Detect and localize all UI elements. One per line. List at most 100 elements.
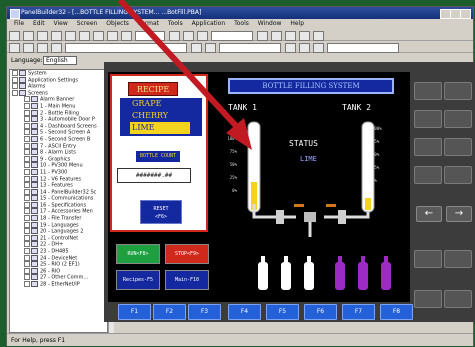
grid-icon[interactable] — [169, 31, 180, 41]
expand-icon[interactable] — [24, 149, 30, 156]
keypad-key[interactable] — [444, 250, 472, 268]
foreground-icon[interactable] — [299, 43, 310, 53]
expand-icon[interactable] — [24, 96, 30, 103]
expand-icon[interactable] — [12, 70, 18, 76]
stop-button[interactable]: STOP<F9> — [165, 244, 209, 264]
tree-item[interactable]: 10 - PV300 Menu — [10, 162, 107, 169]
f3-key[interactable]: F3 — [188, 304, 221, 320]
expand-icon[interactable] — [24, 195, 30, 202]
main-key-button[interactable]: Main-F10 — [165, 270, 209, 290]
bold-icon[interactable] — [191, 43, 202, 53]
tree-item[interactable]: 17 - Accessories Men — [10, 208, 107, 215]
tree-item[interactable]: Alarms — [10, 83, 107, 90]
tree-item[interactable]: 4 - Dashboard Screens — [10, 122, 107, 130]
tree-item[interactable]: 7 - ASCII Entry — [10, 142, 107, 150]
close-button[interactable] — [460, 9, 471, 19]
expand-icon[interactable] — [12, 83, 18, 90]
expand-icon[interactable] — [24, 274, 30, 281]
expand-icon[interactable] — [12, 76, 18, 83]
tree-item[interactable]: 11 - PV300 — [10, 168, 107, 176]
tree-item[interactable]: 8 - Alarm Lists — [10, 149, 107, 156]
fill-icon[interactable] — [285, 43, 296, 53]
keypad-key[interactable] — [414, 82, 442, 100]
recipe-item-lime[interactable]: LIME — [130, 122, 190, 134]
expand-icon[interactable] — [24, 135, 30, 142]
expand-icon[interactable] — [24, 168, 30, 175]
expand-icon[interactable] — [24, 122, 30, 129]
expand-icon[interactable] — [24, 281, 30, 287]
tree-item[interactable]: 26 - RIO — [10, 267, 107, 275]
tree-item[interactable]: 20 - Languages 2 — [10, 228, 107, 235]
paste-icon[interactable] — [93, 31, 104, 41]
tree-item[interactable]: 24 - DeviceNet — [10, 254, 107, 262]
keypad-key[interactable] — [444, 138, 472, 156]
expand-icon[interactable] — [24, 142, 30, 149]
menu-window[interactable]: Window — [258, 20, 282, 27]
expand-icon[interactable] — [24, 254, 30, 261]
open-icon[interactable] — [23, 31, 34, 41]
cut-icon[interactable] — [65, 31, 76, 41]
recipes-key-button[interactable]: Recipes-F5 — [116, 270, 160, 290]
expand-icon[interactable] — [24, 175, 30, 182]
tree-item[interactable]: 9 - Graphics — [10, 155, 107, 163]
expand-icon[interactable] — [24, 261, 30, 268]
arrange-icon[interactable] — [197, 31, 208, 41]
tree-item[interactable]: 12 - V6 Features — [10, 175, 107, 183]
tree-item[interactable]: 15 - Communications — [10, 195, 107, 202]
tree-item[interactable]: 22 - DH+ — [10, 241, 107, 248]
undo-icon[interactable] — [107, 31, 118, 41]
bitmap-icon[interactable] — [313, 31, 324, 41]
circle-icon[interactable] — [299, 31, 310, 41]
reset-button[interactable]: RESET <F6> — [140, 200, 182, 224]
tree-item[interactable]: 1 - Main Menu — [10, 102, 107, 110]
tree-item[interactable]: 5 - Second Screen A — [10, 129, 107, 136]
tree-item[interactable]: 14 - PanelBuilder32 Sc — [10, 188, 107, 196]
tree-item[interactable]: 27 - Other Comm... — [10, 274, 107, 281]
expand-icon[interactable] — [24, 155, 30, 162]
keypad-key[interactable] — [414, 138, 442, 156]
save-icon[interactable] — [37, 31, 48, 41]
expand-icon[interactable] — [24, 102, 30, 109]
expand-icon[interactable] — [24, 182, 30, 189]
keypad-key[interactable] — [414, 250, 442, 268]
f2-key[interactable]: F2 — [153, 304, 186, 320]
new-icon[interactable] — [9, 31, 20, 41]
expand-icon[interactable] — [24, 116, 30, 123]
menu-application[interactable]: Application — [192, 20, 226, 27]
rect-icon[interactable] — [285, 31, 296, 41]
state-select[interactable] — [327, 43, 399, 53]
right-arrow-key[interactable]: → — [446, 206, 472, 222]
expand-icon[interactable] — [24, 221, 30, 228]
menu-tools[interactable]: Tools — [168, 20, 183, 27]
text-icon[interactable] — [257, 31, 268, 41]
copy-icon[interactable] — [79, 31, 90, 41]
run-button[interactable]: RUN<F8> — [116, 244, 160, 264]
tree-item[interactable]: 2 - Bottle Filling — [10, 109, 107, 117]
menu-screen[interactable]: Screen — [77, 20, 98, 27]
expand-icon[interactable] — [24, 248, 30, 255]
f8-key[interactable]: F8 — [380, 304, 413, 320]
print-icon[interactable] — [51, 31, 62, 41]
keypad-key[interactable] — [444, 82, 472, 100]
menu-help[interactable]: Help — [290, 20, 304, 27]
language-select[interactable]: English — [43, 56, 77, 65]
left-arrow-key[interactable]: ← — [416, 206, 442, 222]
button-tool-icon[interactable] — [23, 43, 34, 53]
line-icon[interactable] — [271, 31, 282, 41]
keypad-key[interactable] — [414, 110, 442, 128]
f1-key[interactable]: F1 — [118, 304, 151, 320]
tree-item[interactable]: 19 - Languages — [10, 221, 107, 229]
tree-item[interactable]: Alarm Banner — [10, 96, 107, 103]
keypad-key[interactable] — [444, 110, 472, 128]
tree-item[interactable]: Screens — [10, 89, 107, 97]
expand-icon[interactable] — [24, 234, 30, 241]
keypad-key[interactable] — [444, 166, 472, 184]
tree-item[interactable]: 16 - Specifications — [10, 201, 107, 209]
expand-icon[interactable] — [24, 208, 30, 215]
background-icon[interactable] — [313, 43, 324, 53]
menu-tools-2[interactable]: Tools — [234, 20, 249, 27]
menu-view[interactable]: View — [54, 20, 68, 27]
menu-format[interactable]: Format — [138, 20, 159, 27]
menu-edit[interactable]: Edit — [33, 20, 45, 27]
recipe-list[interactable]: GRAPE CHERRY LIME — [120, 98, 202, 136]
